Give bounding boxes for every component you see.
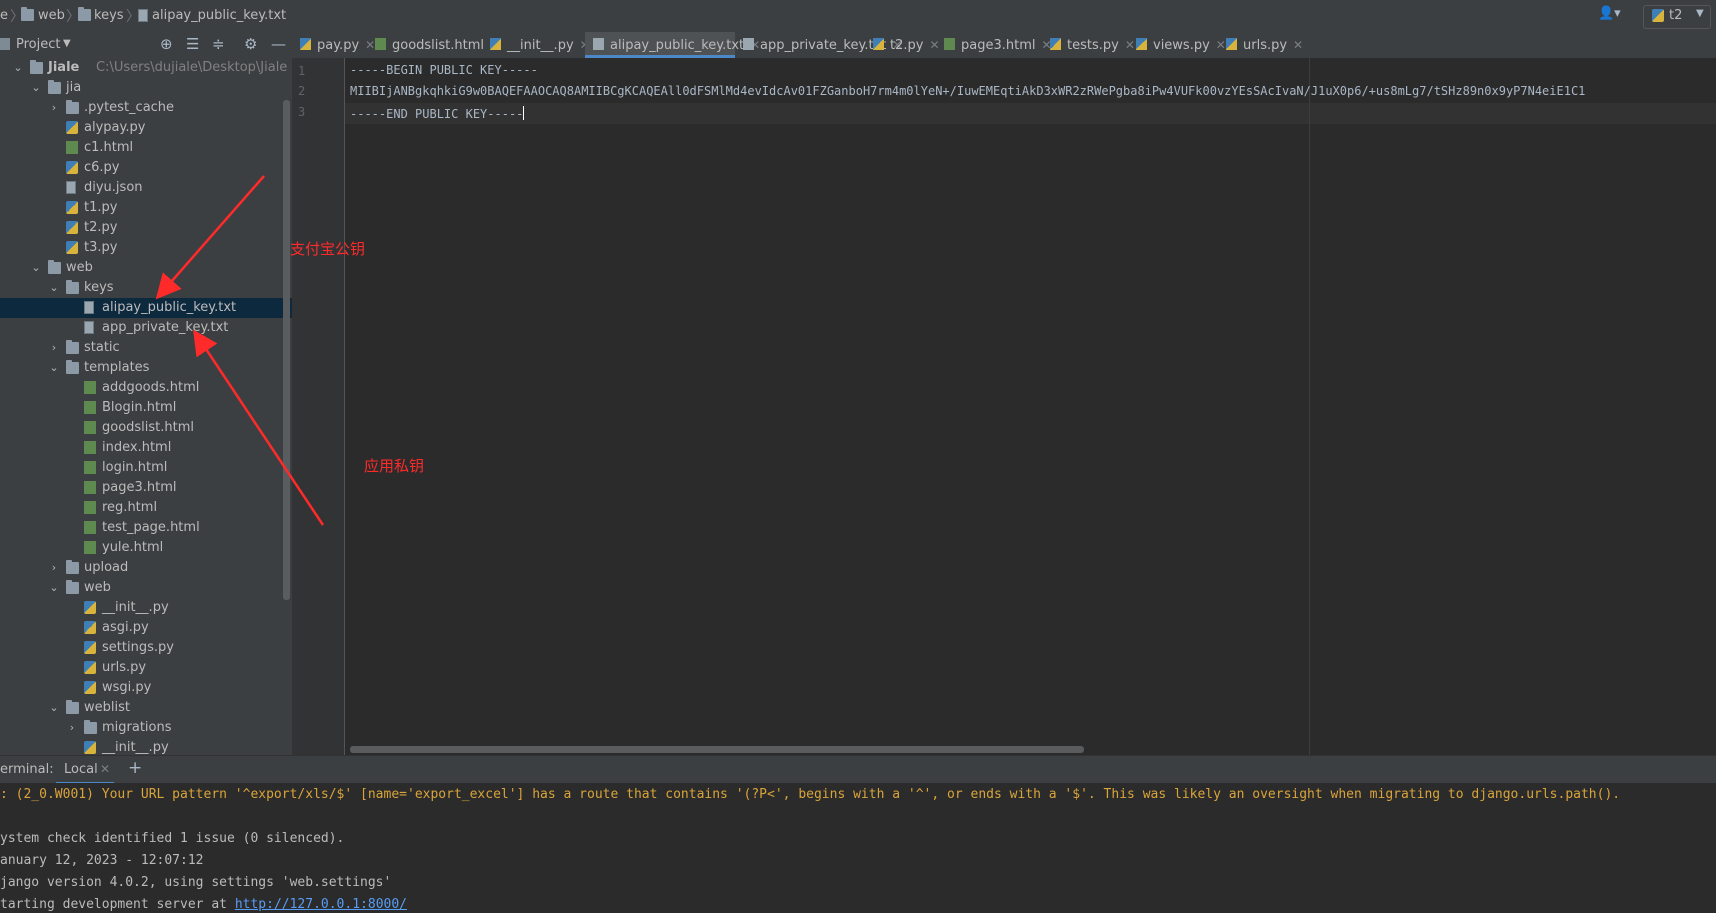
server-message: tarting development server at	[0, 897, 235, 912]
arrow-to-private-key	[193, 329, 325, 526]
terminal-line: jango version 4.0.2, using settings 'web…	[0, 875, 392, 890]
terminal-output[interactable]: : (2_0.W001) Your URL pattern '^export/x…	[0, 783, 1716, 913]
add-tab-icon[interactable]: +	[128, 758, 142, 778]
terminal-line: tarting development server at http://127…	[0, 897, 407, 912]
terminal-tab-label: Local	[64, 762, 98, 777]
terminal-title: erminal:	[0, 762, 54, 777]
terminal-header: erminal: Local ✕ +	[0, 755, 1716, 784]
server-url-link[interactable]: http://127.0.0.1:8000/	[235, 897, 407, 912]
terminal-tab-local[interactable]: Local ✕	[56, 756, 114, 784]
arrow-to-public-key	[155, 175, 265, 300]
public-key-annotation: 支付宝公钥	[290, 240, 366, 258]
private-key-annotation: 应用私钥	[364, 457, 425, 475]
terminal-line: anuary 12, 2023 - 12:07:12	[0, 853, 204, 868]
terminal-line: ystem check identified 1 issue (0 silenc…	[0, 831, 345, 846]
close-icon[interactable]: ✕	[100, 762, 110, 776]
terminal-line: : (2_0.W001) Your URL pattern '^export/x…	[0, 787, 1621, 802]
